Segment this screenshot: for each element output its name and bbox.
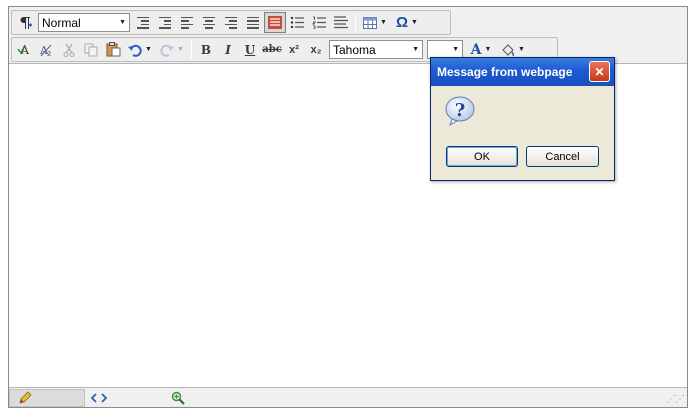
underline-button[interactable]: U xyxy=(239,39,261,60)
dialog-title: Message from webpage xyxy=(437,65,573,79)
design-mode-tab[interactable] xyxy=(9,388,85,407)
editor-statusbar: ⋰⋰ xyxy=(9,387,687,407)
font-color-glyph: A xyxy=(470,41,482,58)
paragraph-style-select[interactable]: Normal ▼ xyxy=(38,13,130,32)
ok-button[interactable]: OK xyxy=(446,146,518,167)
code-icon xyxy=(91,392,107,403)
bold-button[interactable]: B xyxy=(195,39,217,60)
align-right-icon[interactable] xyxy=(220,12,242,33)
bullet-list-icon[interactable] xyxy=(286,12,308,33)
indent-icon[interactable] xyxy=(154,12,176,33)
redo-icon[interactable]: ▼ xyxy=(156,39,188,60)
svg-text:?: ? xyxy=(455,100,466,121)
font-name-value: Tahoma xyxy=(333,42,376,57)
strikethrough-button[interactable]: abc xyxy=(261,39,283,60)
superscript-button[interactable]: x² xyxy=(283,39,305,60)
italic-button[interactable]: I xyxy=(217,39,239,60)
question-icon: ? xyxy=(445,96,475,127)
italic-icon: I xyxy=(225,42,231,57)
align-left-icon[interactable] xyxy=(176,12,198,33)
toolbar-separator xyxy=(355,13,356,32)
underline-icon: U xyxy=(244,42,256,57)
strikethrough-icon: abc xyxy=(262,44,282,55)
html-mode-tab[interactable] xyxy=(85,389,163,407)
editor-toolbars: Normal ▼ ▼ Ω ▼ A A z ▼ ▼ B I U abc x² x₂… xyxy=(9,7,687,64)
font-name-select[interactable]: Tahoma ▼ xyxy=(329,40,423,59)
copy-icon[interactable] xyxy=(80,39,102,60)
paste-icon[interactable] xyxy=(102,39,124,60)
close-icon: ✕ xyxy=(594,64,605,79)
highlight-icon[interactable] xyxy=(264,12,286,33)
cancel-button-label: Cancel xyxy=(545,150,580,163)
clear-formatting-icon[interactable]: Az xyxy=(36,39,58,60)
magnifier-icon xyxy=(171,391,185,405)
omega-glyph: Ω xyxy=(396,14,409,31)
justify-icon[interactable] xyxy=(242,12,264,33)
resize-grip[interactable]: ⋰⋰ xyxy=(666,394,685,405)
preview-mode-tab[interactable] xyxy=(163,389,203,407)
spellcheck-icon[interactable]: A xyxy=(14,39,36,60)
toolbar-row-1: Normal ▼ ▼ Ω ▼ xyxy=(11,10,451,35)
chevron-down-icon: ▼ xyxy=(452,46,459,53)
bold-icon: B xyxy=(200,42,212,57)
paragraph-style-value: Normal xyxy=(42,15,81,30)
paragraph-icon[interactable] xyxy=(14,12,36,33)
outdent-icon[interactable] xyxy=(132,12,154,33)
align-center-icon[interactable] xyxy=(198,12,220,33)
superscript-icon: x² xyxy=(289,43,299,56)
cut-icon[interactable] xyxy=(58,39,80,60)
table-icon[interactable]: ▼ xyxy=(359,12,391,33)
subscript-button[interactable]: x₂ xyxy=(305,39,327,60)
close-button[interactable]: ✕ xyxy=(589,61,610,82)
svg-text:z: z xyxy=(47,49,51,57)
pencil-icon xyxy=(19,390,32,404)
special-character-icon[interactable]: Ω ▼ xyxy=(391,12,423,33)
line-spacing-icon[interactable] xyxy=(330,12,352,33)
undo-icon[interactable]: ▼ xyxy=(124,39,156,60)
toolbar-separator xyxy=(191,40,192,59)
chevron-down-icon: ▼ xyxy=(412,46,419,53)
cancel-button[interactable]: Cancel xyxy=(526,146,599,167)
subscript-icon: x₂ xyxy=(310,43,322,56)
dialog-titlebar[interactable]: Message from webpage xyxy=(431,58,614,86)
numbered-list-icon[interactable] xyxy=(308,12,330,33)
chevron-down-icon: ▼ xyxy=(119,19,126,26)
message-dialog: Message from webpage ✕ ? OK Cancel xyxy=(430,57,615,181)
ok-button-label: OK xyxy=(474,150,490,163)
